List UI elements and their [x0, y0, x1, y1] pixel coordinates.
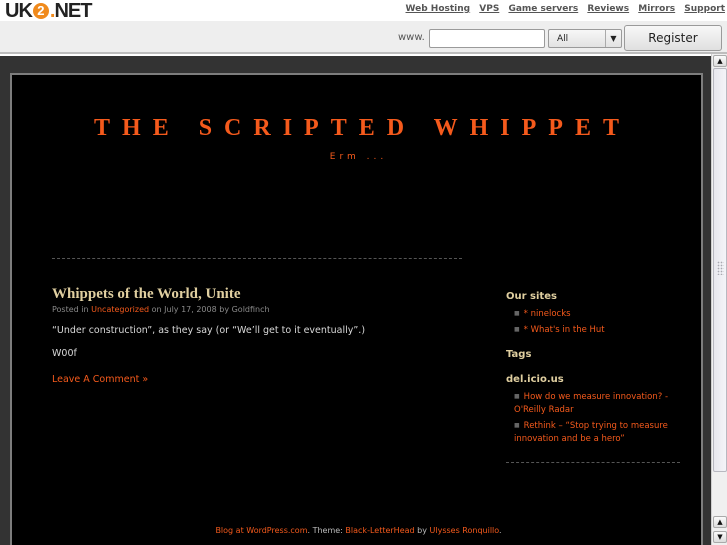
nav-web-hosting[interactable]: Web Hosting — [406, 4, 471, 14]
footer-text: . Theme: — [307, 526, 346, 535]
our-sites-list: ■ * ninelocks ■ * What's in the Hut — [514, 307, 686, 337]
list-item: ■ * ninelocks — [514, 307, 686, 321]
list-item: ■ How do we measure innovation? - O'Reill… — [514, 390, 686, 417]
post-meta: Posted in Uncategorized on July 17, 2008… — [52, 305, 270, 314]
blog-description: Erm ... — [329, 152, 388, 162]
post-title[interactable]: Whippets of the World, Unite — [52, 286, 241, 303]
footer-text: by — [414, 526, 430, 535]
wordpress-link[interactable]: Blog at WordPress.com — [215, 526, 307, 535]
page-frame: THE SCRIPTED WHIPPET Erm ... Whippets of… — [0, 56, 711, 545]
theme-link[interactable]: Black-LetterHead — [345, 526, 414, 535]
meta-suffix: on July 17, 2008 by Goldfinch — [149, 305, 270, 314]
scroll-down-arrow-icon[interactable]: ▼ — [713, 531, 727, 543]
nav-vps[interactable]: VPS — [479, 4, 499, 14]
tld-select[interactable]: All ▼ — [548, 29, 622, 48]
delicious-link[interactable]: Rethink – “Stop trying to measure innova… — [514, 421, 668, 444]
sidebar-divider — [506, 462, 680, 463]
logo-suffix: NET — [54, 0, 92, 22]
author-link[interactable]: Ulysses Ronquillo — [430, 526, 500, 535]
nav-game-servers[interactable]: Game servers — [508, 4, 578, 14]
sidebar-heading-our-sites: Our sites — [506, 291, 557, 302]
grip-icon — [717, 261, 724, 275]
www-label: www. — [398, 32, 425, 43]
tld-selected-value: All — [557, 34, 569, 44]
nav-support[interactable]: Support — [684, 4, 725, 14]
delicious-list: ■ How do we measure innovation? - O'Reill… — [514, 390, 686, 446]
footer: Blog at WordPress.com. Theme: Black-Lett… — [12, 526, 705, 535]
scroll-up-arrow-icon[interactable]: ▲ — [713, 55, 727, 67]
post-paragraph: W00f — [52, 348, 77, 359]
top-nav: Web Hosting VPS Game servers Reviews Mir… — [406, 4, 727, 14]
uk2-logo[interactable]: UK 2 .NET — [5, 0, 92, 22]
list-item: ■ Rethink – “Stop trying to measure innov… — [514, 419, 686, 446]
chevron-down-icon[interactable]: ▼ — [605, 30, 621, 47]
domain-search-bar: www. All ▼ Register Domain — [0, 21, 727, 69]
post-paragraph: “Under construction”, as they say (or “W… — [52, 325, 366, 336]
logo-prefix: UK — [5, 0, 33, 22]
leave-comment-link[interactable]: Leave A Comment » — [52, 374, 148, 385]
header-divider — [52, 258, 462, 259]
category-link[interactable]: Uncategorized — [91, 305, 149, 314]
bullet-icon: ■ — [514, 310, 520, 317]
nav-mirrors[interactable]: Mirrors — [638, 4, 675, 14]
blog-title[interactable]: THE SCRIPTED WHIPPET — [12, 115, 705, 142]
vertical-scrollbar[interactable]: ▲ ▲ ▼ — [711, 54, 727, 545]
domain-input[interactable] — [429, 29, 545, 48]
list-item: ■ * What's in the Hut — [514, 323, 686, 337]
blog-content: THE SCRIPTED WHIPPET Erm ... Whippets of… — [10, 73, 703, 545]
bullet-icon: ■ — [514, 422, 520, 429]
sidebar: Our sites ■ * ninelocks ■ * What's in the … — [506, 291, 686, 458]
sidebar-heading-delicious: del.icio.us — [506, 374, 564, 385]
delicious-link[interactable]: How do we measure innovation? - O'Reilly… — [514, 392, 668, 415]
site-link-whats-in-the-hut[interactable]: * What's in the Hut — [524, 325, 605, 335]
top-bar: UK 2 .NET Web Hosting VPS Game servers Rev… — [0, 0, 727, 22]
nav-reviews[interactable]: Reviews — [587, 4, 629, 14]
bullet-icon: ■ — [514, 393, 520, 400]
bullet-icon: ■ — [514, 326, 520, 333]
meta-prefix: Posted in — [52, 305, 92, 314]
scrollbar-thumb[interactable] — [713, 68, 727, 472]
footer-text: . — [499, 526, 502, 535]
scroll-up-arrow-icon[interactable]: ▲ — [713, 516, 727, 528]
sidebar-heading-tags: Tags — [506, 349, 532, 360]
logo-circle-icon: 2 — [32, 3, 49, 19]
site-link-ninelocks[interactable]: * ninelocks — [524, 309, 571, 319]
register-domain-button[interactable]: Register Domain — [624, 25, 722, 69]
